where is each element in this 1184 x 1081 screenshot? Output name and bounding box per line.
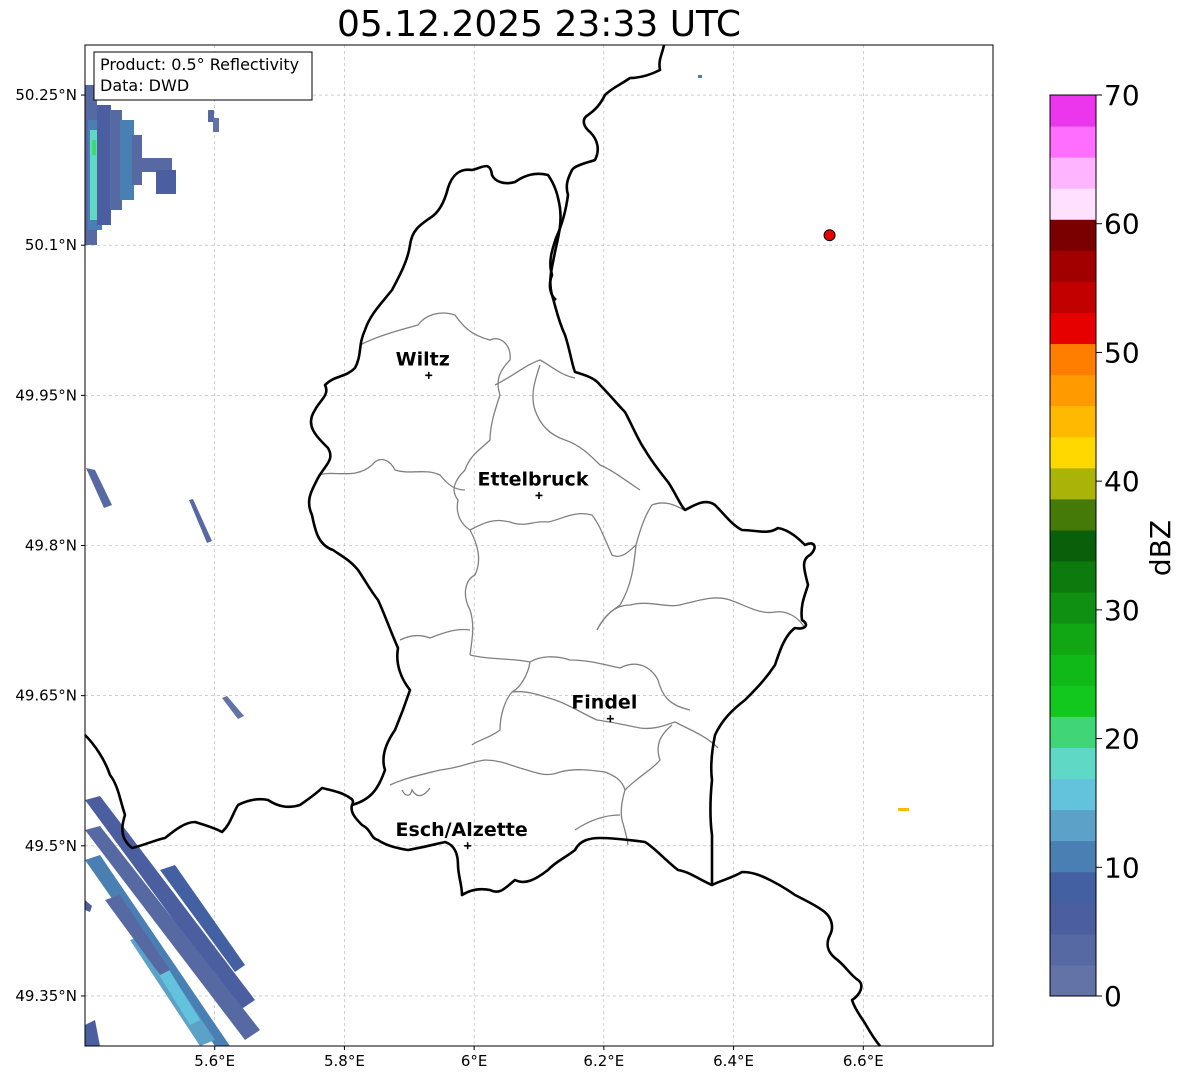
lon-tick-label: 5.6°E [194, 1052, 235, 1070]
lon-tick-label: 6.4°E [713, 1052, 754, 1070]
lon-tick-label: 6.2°E [583, 1052, 624, 1070]
lat-tick-label: 49.65°N [15, 687, 77, 705]
map-background [85, 45, 993, 1046]
lat-tick-label: 49.8°N [25, 537, 77, 555]
longitude-axis: 5.6°E 5.8°E 6°E 6.2°E 6.4°E 6.6°E [194, 1046, 884, 1070]
echo-north-speck [698, 75, 702, 78]
city-label: Wiltz [396, 348, 450, 370]
latitude-axis: 50.25°N 50.1°N 49.95°N 49.8°N 49.65°N 49.5°N 4… [15, 86, 85, 1005]
lon-tick-label: 5.8°E [324, 1052, 365, 1070]
radar-map[interactable]: 5.6°E 5.8°E 6°E 6.2°E 6.4°E 6.6°E 50.25°N 50.1… [0, 0, 1184, 1081]
lat-tick-label: 50.1°N [25, 236, 77, 254]
lon-tick-label: 6.6°E [843, 1052, 884, 1070]
lat-tick-label: 49.5°N [25, 837, 77, 855]
lat-tick-label: 49.95°N [15, 386, 77, 404]
city-label: Ettelbruck [478, 468, 589, 490]
city-label: Findel [571, 692, 637, 714]
echo-east-speck [898, 808, 909, 811]
info-product: Product: 0.5° Reflectivity [100, 55, 299, 74]
radar-site-marker [823, 229, 836, 242]
info-box: Product: 0.5° Reflectivity Data: DWD [93, 51, 313, 101]
info-data-source: Data: DWD [100, 76, 189, 95]
lat-tick-label: 50.25°N [15, 86, 77, 104]
lon-tick-label: 6°E [461, 1052, 488, 1070]
lat-tick-label: 49.35°N [15, 987, 77, 1005]
city-label: Esch/Alzette [396, 819, 528, 841]
